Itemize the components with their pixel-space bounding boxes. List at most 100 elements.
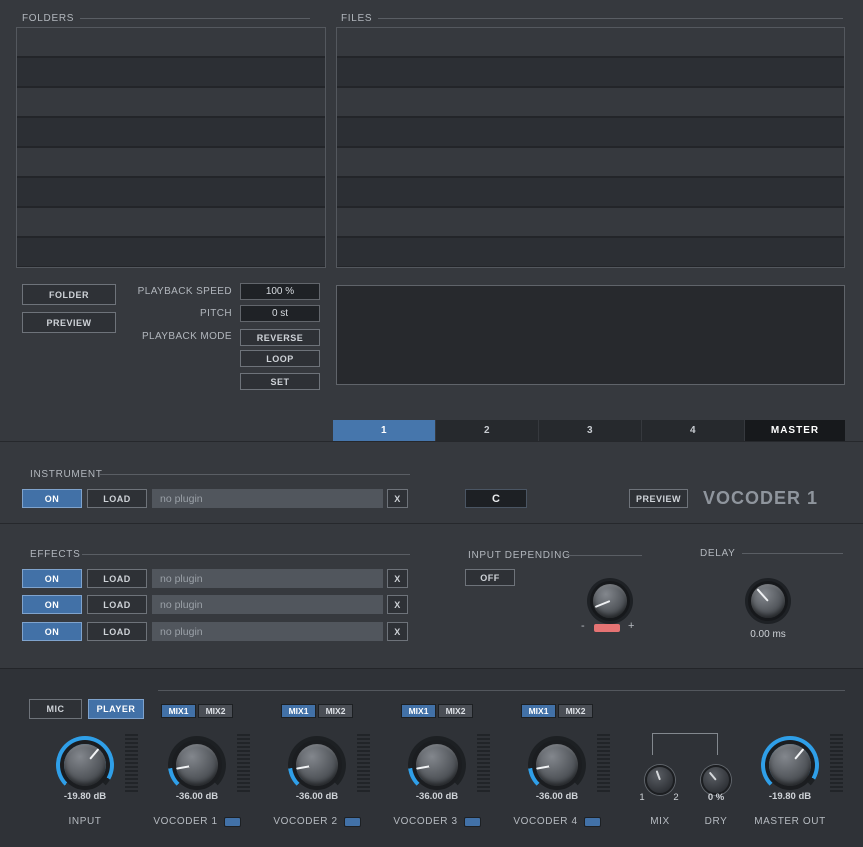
mix-left-label: 1 (639, 792, 645, 803)
tab-1[interactable]: 1 (333, 420, 435, 441)
mix-knob[interactable] (645, 765, 675, 795)
effect1-on-button[interactable]: ON (22, 569, 82, 588)
effect3-load-button[interactable]: LOAD (87, 622, 147, 641)
delay-knob[interactable] (745, 578, 791, 624)
instrument-plugin-field[interactable]: no plugin (152, 489, 383, 508)
files-section-line (378, 18, 843, 19)
pitch-label: PITCH (200, 308, 232, 319)
vocoder2-mix1-button[interactable]: MIX1 (281, 704, 316, 718)
instrument-preview-button[interactable]: PREVIEW (629, 489, 688, 508)
tab-4[interactable]: 4 (642, 420, 744, 441)
master-out-knob[interactable] (761, 736, 819, 794)
instrument-clear-button[interactable]: X (387, 489, 408, 508)
master-out-value: -19.80 dB (768, 791, 812, 802)
vocoder4-status-chip[interactable] (583, 816, 601, 827)
dry-knob[interactable] (701, 765, 731, 795)
input-depending-minus[interactable]: - (581, 620, 585, 632)
mixer-section: MIC PLAYER -19.80 dB INPUT MIX1 MIX2 -36… (0, 668, 863, 847)
vocoder2-meter (357, 734, 370, 792)
effect2-on-button[interactable]: ON (22, 595, 82, 614)
vocoder3-mix2-button[interactable]: MIX2 (438, 704, 473, 718)
effect3-plugin-field[interactable]: no plugin (152, 622, 383, 641)
vocoder3-channel-label-text: VOCODER 3 (393, 816, 458, 827)
vocoder2-channel-label-text: VOCODER 2 (273, 816, 338, 827)
tab-3[interactable]: 3 (539, 420, 641, 441)
input-depending-knob[interactable] (587, 578, 633, 624)
input-depending-section-label: INPUT DEPENDING (468, 550, 571, 561)
player-button[interactable]: PLAYER (88, 699, 144, 719)
folders-section-label: FOLDERS (22, 13, 75, 24)
waveform-display[interactable] (336, 285, 845, 385)
effect2-plugin-field[interactable]: no plugin (152, 595, 383, 614)
vocoder4-value: -36.00 dB (535, 791, 579, 802)
delay-section-label: DELAY (700, 548, 736, 559)
vocoder1-channel-label: VOCODER 1 (137, 816, 257, 827)
vocoder1-knob[interactable] (168, 736, 226, 794)
effects-section-label: EFFECTS (30, 549, 81, 560)
tabs-divider (0, 441, 863, 442)
vocoder4-meter (597, 734, 610, 792)
files-list[interactable] (336, 27, 845, 268)
vocoder3-channel-label: VOCODER 3 (377, 816, 497, 827)
vocoder1-value: -36.00 dB (175, 791, 219, 802)
vocoder4-mix1-button[interactable]: MIX1 (521, 704, 556, 718)
vocoder3-meter (477, 734, 490, 792)
vocoder1-channel-label-text: VOCODER 1 (153, 816, 218, 827)
mix-channel-label: MIX (650, 816, 670, 827)
key-display[interactable]: C (465, 489, 527, 508)
effect3-on-button[interactable]: ON (22, 622, 82, 641)
effect3-clear-button[interactable]: X (387, 622, 408, 641)
loop-button[interactable]: LOOP (240, 350, 320, 367)
pitch-value[interactable]: 0 st (240, 305, 320, 322)
input-depending-off-button[interactable]: OFF (465, 569, 515, 586)
playback-speed-value[interactable]: 100 % (240, 283, 320, 300)
tab-master[interactable]: MASTER (745, 420, 845, 441)
vocoder2-mix2-button[interactable]: MIX2 (318, 704, 353, 718)
input-meter (125, 734, 138, 792)
input-depending-indicator (594, 624, 620, 632)
dry-channel-label: DRY (704, 816, 728, 827)
instrument-on-button[interactable]: ON (22, 489, 82, 508)
mix-right-label: 2 (673, 792, 679, 803)
effects-section-line (82, 554, 410, 555)
vocoder1-mix1-button[interactable]: MIX1 (161, 704, 196, 718)
input-knob[interactable] (56, 736, 114, 794)
set-button[interactable]: SET (240, 373, 320, 390)
vocoder3-status-chip[interactable] (463, 816, 481, 827)
delay-value: 0.00 ms (750, 629, 786, 640)
input-value: -19.80 dB (63, 791, 107, 802)
master-out-meter (830, 734, 843, 792)
vocoder4-channel-label: VOCODER 4 (497, 816, 617, 827)
vocoder1-status-chip[interactable] (223, 816, 241, 827)
folders-list[interactable] (16, 27, 326, 268)
vocoder2-value: -36.00 dB (295, 791, 339, 802)
page-title: VOCODER 1 (703, 488, 819, 508)
vocoder-plugin-window: FOLDERS FILES FOLDER PREVIEW PLAYBACK SP… (0, 0, 863, 847)
effect1-plugin-field[interactable]: no plugin (152, 569, 383, 588)
tab-2[interactable]: 2 (436, 420, 538, 441)
vocoder4-channel-label-text: VOCODER 4 (513, 816, 578, 827)
vocoder3-value: -36.00 dB (415, 791, 459, 802)
vocoder1-mix2-button[interactable]: MIX2 (198, 704, 233, 718)
vocoder2-knob[interactable] (288, 736, 346, 794)
effect2-clear-button[interactable]: X (387, 595, 408, 614)
vocoder3-knob[interactable] (408, 736, 466, 794)
instrument-load-button[interactable]: LOAD (87, 489, 147, 508)
vocoder4-mix2-button[interactable]: MIX2 (558, 704, 593, 718)
vocoder1-meter (237, 734, 250, 792)
files-section-label: FILES (341, 13, 373, 24)
input-depending-plus[interactable]: + (628, 620, 634, 632)
vocoder2-status-chip[interactable] (343, 816, 361, 827)
vocoder3-mix1-button[interactable]: MIX1 (401, 704, 436, 718)
folders-section-line (80, 18, 310, 19)
mic-button[interactable]: MIC (29, 699, 82, 719)
effect1-load-button[interactable]: LOAD (87, 569, 147, 588)
input-channel-label: INPUT (68, 816, 102, 827)
effect2-load-button[interactable]: LOAD (87, 595, 147, 614)
vocoder4-knob[interactable] (528, 736, 586, 794)
master-out-channel-label: MASTER OUT (754, 816, 826, 827)
mixer-top-line (158, 690, 845, 691)
effect1-clear-button[interactable]: X (387, 569, 408, 588)
reverse-button[interactable]: REVERSE (240, 329, 320, 346)
instrument-section-label: INSTRUMENT (30, 469, 103, 480)
